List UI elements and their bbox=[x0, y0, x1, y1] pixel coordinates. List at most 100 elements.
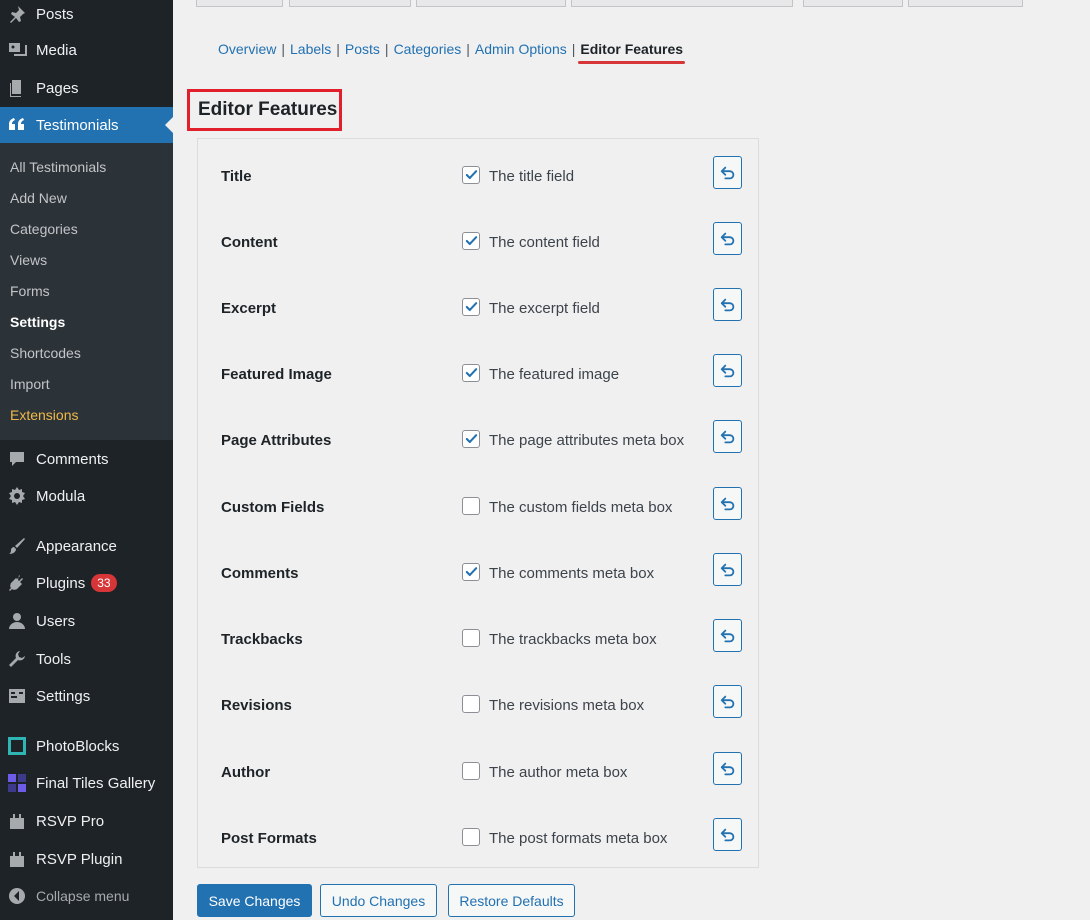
submenu-categories[interactable]: Categories bbox=[10, 221, 78, 237]
rsvp-icon bbox=[7, 811, 27, 831]
feature-checkbox[interactable] bbox=[462, 232, 480, 250]
top-tab[interactable] bbox=[196, 0, 283, 7]
menu-appearance[interactable]: Appearance bbox=[0, 528, 173, 564]
top-tab[interactable] bbox=[289, 0, 411, 7]
menu-label: RSVP Plugin bbox=[36, 850, 123, 868]
submenu-settings[interactable]: Settings bbox=[10, 314, 65, 330]
feature-description[interactable]: The content field bbox=[489, 234, 600, 251]
feature-checkbox[interactable] bbox=[462, 430, 480, 448]
menu-label: Modula bbox=[36, 487, 86, 505]
subnav-separator: | bbox=[384, 41, 389, 57]
feature-row: Excerpt The excerpt field bbox=[198, 288, 758, 328]
menu-plugins[interactable]: Plugins 33 bbox=[0, 565, 173, 601]
menu-rsvp-plugin[interactable]: RSVP Plugin bbox=[0, 841, 173, 877]
feature-checkbox[interactable] bbox=[462, 298, 480, 316]
top-tab[interactable] bbox=[416, 0, 566, 7]
reset-feature-button[interactable] bbox=[713, 420, 742, 453]
feature-checkbox[interactable] bbox=[462, 762, 480, 780]
submenu-views[interactable]: Views bbox=[10, 252, 47, 268]
undo-changes-button[interactable]: Undo Changes bbox=[320, 884, 437, 917]
menu-media[interactable]: Media bbox=[0, 32, 173, 68]
menu-pages[interactable]: Pages bbox=[0, 70, 173, 106]
menu-comments[interactable]: Comments bbox=[0, 441, 173, 477]
menu-photoblocks[interactable]: PhotoBlocks bbox=[0, 728, 173, 764]
feature-description[interactable]: The author meta box bbox=[489, 764, 627, 781]
reset-feature-button[interactable] bbox=[713, 619, 742, 652]
undo-icon bbox=[720, 695, 734, 708]
subnav-labels[interactable]: Labels bbox=[290, 41, 331, 57]
submenu-extensions[interactable]: Extensions bbox=[10, 407, 78, 423]
menu-testimonials[interactable]: Testimonials bbox=[0, 107, 173, 143]
top-tab[interactable] bbox=[803, 0, 903, 7]
main-content: Overview | Labels | Posts | Categories | Admin O… bbox=[173, 0, 1090, 920]
top-tab[interactable] bbox=[571, 0, 793, 7]
submenu-add-new[interactable]: Add New bbox=[10, 190, 67, 206]
menu-modula[interactable]: Modula bbox=[0, 478, 173, 514]
menu-rsvp-pro[interactable]: RSVP Pro bbox=[0, 803, 173, 839]
subnav-editor-features[interactable]: Editor Features bbox=[580, 41, 683, 57]
feature-description[interactable]: The post formats meta box bbox=[489, 830, 667, 847]
pin-icon bbox=[7, 4, 27, 24]
feature-label: Title bbox=[221, 168, 252, 185]
menu-users[interactable]: Users bbox=[0, 603, 173, 639]
feature-checkbox[interactable] bbox=[462, 364, 480, 382]
collapse-menu-button[interactable]: Collapse menu bbox=[0, 878, 173, 914]
feature-description[interactable]: The excerpt field bbox=[489, 300, 600, 317]
feature-description[interactable]: The featured image bbox=[489, 366, 619, 383]
reset-feature-button[interactable] bbox=[713, 354, 742, 387]
collapse-icon bbox=[7, 886, 27, 906]
submenu-forms[interactable]: Forms bbox=[10, 283, 50, 299]
feature-label: Content bbox=[221, 234, 278, 251]
feature-label: Comments bbox=[221, 565, 299, 582]
undo-icon bbox=[720, 430, 734, 443]
feature-description[interactable]: The page attributes meta box bbox=[489, 432, 684, 449]
feature-checkbox[interactable] bbox=[462, 497, 480, 515]
menu-label: Comments bbox=[36, 450, 109, 468]
menu-label: Users bbox=[36, 612, 76, 630]
feature-description[interactable]: The revisions meta box bbox=[489, 697, 644, 714]
feature-label: Custom Fields bbox=[221, 499, 325, 516]
checkmark-icon bbox=[465, 302, 478, 311]
subnav-posts[interactable]: Posts bbox=[345, 41, 380, 57]
subnav-categories[interactable]: Categories bbox=[394, 41, 462, 57]
subnav-admin-options[interactable]: Admin Options bbox=[475, 41, 567, 57]
restore-defaults-button[interactable]: Restore Defaults bbox=[448, 884, 575, 917]
reset-feature-button[interactable] bbox=[713, 685, 742, 718]
feature-checkbox[interactable] bbox=[462, 166, 480, 184]
reset-feature-button[interactable] bbox=[713, 553, 742, 586]
undo-icon bbox=[720, 298, 734, 311]
feature-checkbox[interactable] bbox=[462, 695, 480, 713]
feature-checkbox[interactable] bbox=[462, 629, 480, 647]
subnav-overview[interactable]: Overview bbox=[218, 41, 276, 57]
admin-sidebar: Posts Media Pages Testimonials All Testi… bbox=[0, 0, 173, 920]
menu-tools[interactable]: Tools bbox=[0, 641, 173, 677]
reset-feature-button[interactable] bbox=[713, 487, 742, 520]
rsvp-icon bbox=[7, 849, 27, 869]
checkmark-icon bbox=[465, 434, 478, 443]
menu-posts[interactable]: Posts bbox=[0, 0, 173, 32]
submenu-import[interactable]: Import bbox=[10, 376, 50, 392]
reset-feature-button[interactable] bbox=[713, 288, 742, 321]
menu-label: Posts bbox=[36, 5, 74, 23]
reset-feature-button[interactable] bbox=[713, 222, 742, 255]
feature-row: Custom Fields The custom fields meta box bbox=[198, 487, 758, 527]
reset-feature-button[interactable] bbox=[713, 156, 742, 189]
feature-description[interactable]: The custom fields meta box bbox=[489, 499, 672, 516]
undo-icon bbox=[720, 364, 734, 377]
menu-final-tiles-gallery[interactable]: Final Tiles Gallery bbox=[0, 765, 173, 801]
menu-settings[interactable]: Settings bbox=[0, 678, 173, 714]
brush-icon bbox=[7, 536, 27, 556]
submenu-shortcodes[interactable]: Shortcodes bbox=[10, 345, 81, 361]
top-tab[interactable] bbox=[908, 0, 1023, 7]
reset-feature-button[interactable] bbox=[713, 818, 742, 851]
submenu-all-testimonials[interactable]: All Testimonials bbox=[10, 159, 106, 175]
feature-checkbox[interactable] bbox=[462, 563, 480, 581]
feature-checkbox[interactable] bbox=[462, 828, 480, 846]
reset-feature-button[interactable] bbox=[713, 752, 742, 785]
feature-description[interactable]: The comments meta box bbox=[489, 565, 654, 582]
collapse-label: Collapse menu bbox=[36, 888, 130, 904]
feature-description[interactable]: The title field bbox=[489, 168, 574, 185]
save-changes-button[interactable]: Save Changes bbox=[197, 884, 312, 917]
feature-row: Comments The comments meta box bbox=[198, 553, 758, 593]
feature-description[interactable]: The trackbacks meta box bbox=[489, 631, 657, 648]
